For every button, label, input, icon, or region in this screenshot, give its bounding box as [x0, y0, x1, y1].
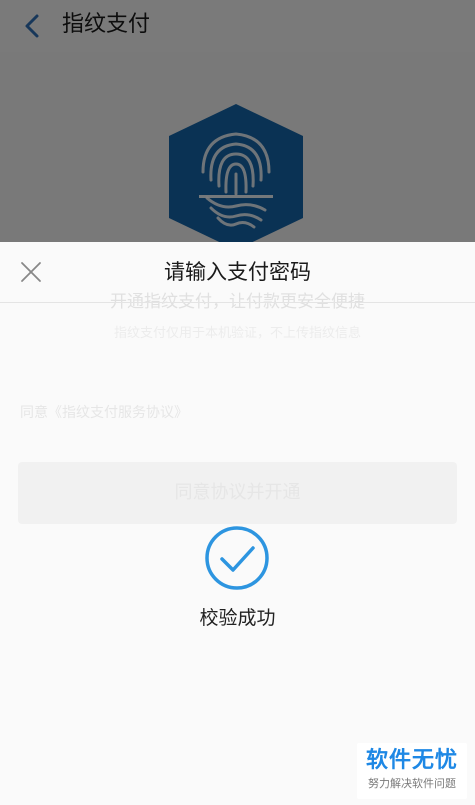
sheet-title: 请输入支付密码 — [164, 260, 311, 284]
success-message: 校验成功 — [199, 607, 276, 629]
ghost-agreement: 同意《指纹支付服务协议》 — [20, 405, 188, 421]
password-sheet: 开通指纹支付，让付款更安全便捷 指纹支付仅用于本机验证，不上传指纹信息 同意《指… — [0, 242, 475, 805]
ghost-open-button: 同意协议并开通 — [18, 462, 457, 524]
ghost-open-button-label: 同意协议并开通 — [174, 482, 301, 503]
check-circle-icon — [205, 526, 269, 590]
ghost-subdescription: 指纹支付仅用于本机验证，不上传指纹信息 — [113, 326, 361, 341]
sheet-divider — [0, 302, 475, 303]
sheet-header: 请输入支付密码 — [0, 242, 475, 302]
watermark-tagline: 努力解决软件问题 — [368, 777, 456, 790]
watermark-brand: 软件无忧 — [365, 748, 458, 773]
watermark: 软件无忧 努力解决软件问题 — [357, 743, 467, 799]
